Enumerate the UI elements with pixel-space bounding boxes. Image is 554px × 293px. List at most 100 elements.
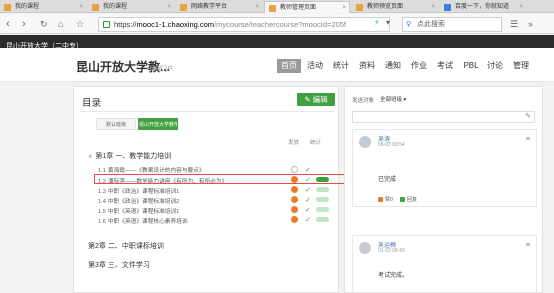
send-target-label: 发送对象 [352, 98, 375, 104]
divider [80, 111, 334, 112]
published-status-icon[interactable] [291, 186, 298, 193]
school-bar: 昆山开放大学（二中专） [0, 35, 554, 50]
nav-pbl[interactable]: PBL [461, 59, 481, 73]
chapter-item[interactable]: 第3章 三、文件学习 [88, 260, 150, 270]
search-icon: ⚲ [406, 21, 412, 28]
close-tab-icon[interactable]: × [519, 1, 523, 13]
close-tab-icon[interactable]: × [431, 1, 435, 13]
check-icon: ✓ [305, 187, 311, 194]
close-tab-icon[interactable]: × [255, 1, 259, 13]
favicon-icon [4, 4, 11, 11]
check-icon: ✓ [305, 167, 311, 174]
catalog-panel: 目录 ✎ 编辑 默认班级 昆山开放大学教学 发放 统计 ∧ 第1章 一、教学能力培训… [73, 86, 346, 293]
nav-activity[interactable]: 活动 [305, 59, 325, 73]
check-icon: ✓ [305, 177, 311, 184]
collapse-arrow-icon[interactable]: ∧ [88, 154, 92, 160]
stats-bar-icon[interactable] [316, 187, 329, 192]
lock-icon [103, 21, 110, 28]
publish-column-header: 发放 [288, 140, 300, 146]
reply-button[interactable]: 回复 [400, 196, 417, 203]
stats-bar-icon[interactable] [316, 207, 329, 212]
close-tab-icon[interactable]: × [167, 1, 171, 13]
menu-icon[interactable]: ☰ [510, 17, 518, 31]
browser-tab-active[interactable]: 教师管理页面 × [264, 1, 350, 13]
dropdown-icon[interactable]: ▾ [386, 18, 390, 27]
post-menu-icon[interactable]: ≡ [526, 242, 530, 249]
check-icon: ✓ [305, 217, 311, 224]
tab-kaifang-class[interactable]: 昆山开放大学教学 [138, 118, 178, 130]
back-icon[interactable]: ‹ [6, 17, 10, 31]
edit-icon[interactable]: ✎ [525, 112, 531, 122]
favicon-icon [92, 4, 99, 11]
discussion-panel: 发送对象 全部班级 ▾ ✎ 吴涛 06-03 09:54 ≡ 已完成 赞0 回复… [344, 86, 543, 293]
url-input[interactable]: https://mooc1-1.chaoxing.com/mycourse/te… [98, 17, 390, 32]
browser-tab[interactable]: 教师预览页面 × [352, 1, 438, 13]
close-tab-icon[interactable]: × [342, 2, 346, 13]
browser-tab[interactable]: 我的课程 × [88, 1, 174, 13]
nav-discussion[interactable]: 讨论 [485, 59, 505, 73]
nav-materials[interactable]: 资料 [357, 59, 377, 73]
chapter-item[interactable]: 第2章 二、中职课标培训 [88, 241, 164, 251]
send-target-select[interactable]: 全部班级 ▾ [380, 95, 406, 103]
post-time: 01-03 08:43 [378, 248, 405, 254]
published-status-icon[interactable] [291, 206, 298, 213]
section-item[interactable]: 1.6 中职《英语》课程核心素养培训 [98, 216, 188, 225]
tab-default-class[interactable]: 默认班级 [96, 118, 136, 130]
check-icon: ✓ [305, 207, 311, 214]
nav-manage[interactable]: 管理 [511, 59, 531, 73]
browser-tab[interactable]: 我的课程 × [0, 1, 86, 13]
post-body: 已完成 [378, 177, 397, 183]
published-status-icon[interactable] [291, 196, 298, 203]
nav-notices[interactable]: 通知 [383, 59, 403, 73]
section-item[interactable]: 1.1 黄海霞——《教案设计的内容与要点》 [98, 165, 205, 174]
pencil-icon: ✎ [304, 95, 311, 104]
course-portal-link[interactable]: 课程门户 [149, 64, 173, 73]
share-icon[interactable]: ⚡ [374, 18, 380, 27]
favicon-icon [180, 4, 187, 11]
reply-icon [400, 197, 405, 203]
stats-bar-icon[interactable] [316, 177, 329, 182]
discussion-post: 吴运梅 01-03 08:43 ≡ 考试完成。 [352, 235, 537, 293]
edit-button[interactable]: ✎ 编辑 [297, 93, 335, 106]
nav-home[interactable]: 首页 [277, 59, 301, 73]
avatar[interactable] [359, 136, 371, 148]
address-bar: ‹ › ↻ ⌂ ☆ https://mooc1-1.chaoxing.com/m… [0, 14, 554, 34]
bookmark-star-icon[interactable]: ☆ [76, 17, 84, 31]
discussion-input[interactable]: ✎ [352, 111, 535, 123]
like-button[interactable]: 赞0 [378, 196, 393, 203]
like-icon [378, 197, 383, 203]
browser-tab-bar: 我的课程 × 我的课程 × 网络教学平台 × 教师管理页面 × 教师预览页面 ×… [0, 0, 554, 13]
section-item[interactable]: 1.3 中职《政治》课程标准培训1 [98, 186, 179, 195]
avatar[interactable] [359, 242, 371, 254]
published-status-icon[interactable] [291, 216, 298, 223]
course-header: 昆山开放大学教... 课程门户 首页 活动 统计 资料 通知 作业 考试 PBL… [0, 48, 554, 82]
forward-icon[interactable]: › [22, 17, 26, 31]
nav-homework[interactable]: 作业 [409, 59, 429, 73]
stats-bar-icon[interactable] [316, 197, 329, 202]
catalog-title: 目录 [82, 98, 102, 109]
section-item[interactable]: 1.5 中职《英语》课程标准培训1 [98, 206, 179, 215]
post-time: 06-03 09:54 [378, 142, 405, 148]
favicon-icon [356, 4, 363, 11]
favicon-icon [269, 5, 276, 12]
close-tab-icon[interactable]: × [79, 1, 83, 13]
post-menu-icon[interactable]: ≡ [526, 136, 530, 143]
nav-exam[interactable]: 考试 [435, 59, 455, 73]
stats-bar-icon[interactable] [316, 217, 329, 222]
favicon-icon [444, 4, 451, 11]
home-icon[interactable]: ⌂ [58, 17, 63, 31]
browser-tab[interactable]: 百度一下，你就知道 × [440, 1, 526, 13]
chevron-down-icon: ▾ [403, 97, 407, 103]
published-status-icon[interactable] [291, 176, 298, 183]
chapter-item[interactable]: ∧ 第1章 一、教学能力培训 [88, 151, 171, 161]
browser-tab[interactable]: 网络教学平台 × [176, 1, 262, 13]
discussion-post: 吴涛 06-03 09:54 ≡ 已完成 赞0 回复 [352, 129, 537, 207]
stats-column-header: 统计 [310, 140, 322, 146]
nav-stats[interactable]: 统计 [331, 59, 351, 73]
search-input[interactable]: ⚲ 点此搜索 [402, 17, 502, 32]
more-icon[interactable]: » [528, 17, 533, 31]
unpublished-status-icon[interactable] [291, 166, 298, 173]
check-icon: ✓ [305, 197, 311, 204]
reload-icon[interactable]: ↻ [40, 17, 48, 31]
section-item[interactable]: 1.4 中职《政治》课程标准培训2 [98, 196, 179, 205]
